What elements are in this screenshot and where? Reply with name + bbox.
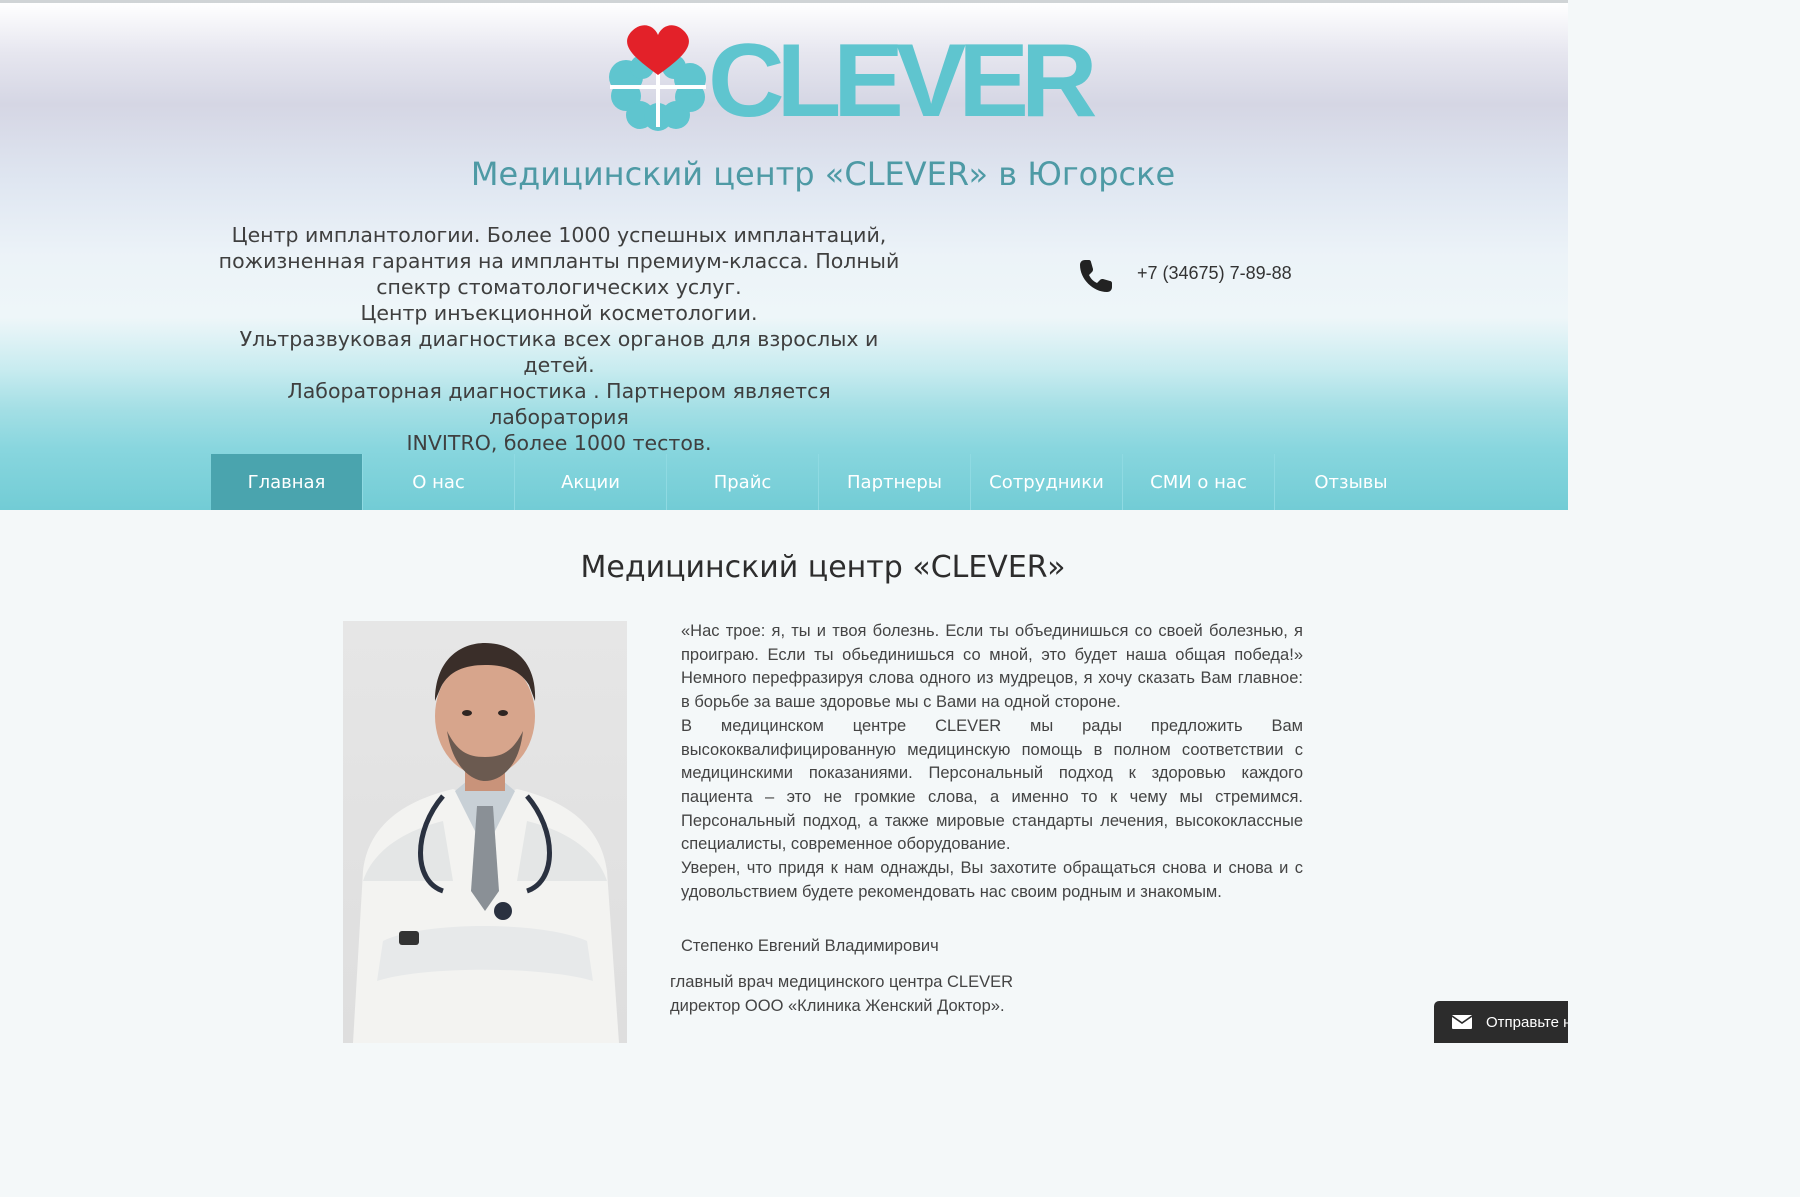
envelope-icon bbox=[1452, 1015, 1472, 1029]
nav-item-media[interactable]: СМИ о нас bbox=[1123, 454, 1275, 510]
doctor-illustration bbox=[353, 643, 619, 1043]
tagline-line: Ультразвуковая диагностика всех органов … bbox=[239, 327, 879, 377]
nav-item-home[interactable]: Главная bbox=[211, 454, 363, 510]
page-heading: Медицинский центр «CLEVER» bbox=[580, 550, 1066, 585]
send-message-label: Отправьте н bbox=[1486, 1013, 1568, 1031]
signature-title-line: директор ООО «Клиника Женский Доктор». bbox=[670, 996, 1005, 1015]
page: CLEVER Медицинский центр «CLEVER» в Югор… bbox=[0, 0, 1568, 1043]
nav-item-reviews[interactable]: Отзывы bbox=[1275, 454, 1427, 510]
nav-item-promotions[interactable]: Акции bbox=[515, 454, 667, 510]
quote-paragraph: В медицинском центре CLEVER мы рады пред… bbox=[681, 716, 1303, 854]
tagline-line: спектр стоматологических услуг. bbox=[376, 275, 742, 299]
clover-heart-icon bbox=[609, 25, 706, 131]
nav-item-partners[interactable]: Партнеры bbox=[819, 454, 971, 510]
logo-text: CLEVER bbox=[708, 23, 1097, 139]
phone-icon bbox=[1080, 260, 1112, 292]
nav-item-price[interactable]: Прайс bbox=[667, 454, 819, 510]
site-title: Медицинский центр «CLEVER» в Югорске bbox=[470, 155, 1176, 193]
tagline: Центр имплантологии. Более 1000 успешных… bbox=[218, 222, 900, 456]
director-quote: «Нас трое: я, ты и твоя болезнь. Если ты… bbox=[681, 620, 1303, 904]
main-nav: Главная О нас Акции Прайс Партнеры Сотру… bbox=[211, 454, 1435, 510]
phone-number[interactable]: +7 (34675) 7-89-88 bbox=[1137, 263, 1292, 284]
site-header: CLEVER Медицинский центр «CLEVER» в Югор… bbox=[0, 3, 1568, 510]
tagline-line: Центр имплантологии. Более 1000 успешных… bbox=[231, 223, 887, 247]
quote-paragraph: Уверен, что придя к нам однажды, Вы захо… bbox=[681, 859, 1303, 901]
signature-title-line: главный врач медицинского центра CLEVER bbox=[670, 973, 1014, 991]
signature-name: Степенко Евгений Владимирович bbox=[681, 937, 939, 955]
signature-title: главный врач медицинского центра CLEVER … bbox=[670, 971, 1013, 1018]
tagline-line: Лабораторная диагностика . Партнером явл… bbox=[287, 379, 831, 429]
tagline-line: Центр инъекционной косметологии. bbox=[360, 301, 758, 325]
nav-item-about[interactable]: О нас bbox=[363, 454, 515, 510]
send-message-widget[interactable]: Отправьте н bbox=[1434, 1001, 1568, 1043]
tagline-line: INVITRO, более 1000 тестов. bbox=[406, 431, 712, 455]
nav-item-staff[interactable]: Сотрудники bbox=[971, 454, 1123, 510]
quote-paragraph: «Нас трое: я, ты и твоя болезнь. Если ты… bbox=[681, 622, 1303, 712]
doctor-photo bbox=[343, 621, 627, 1043]
tagline-line: пожизненная гарантия на импланты премиум… bbox=[218, 249, 900, 273]
